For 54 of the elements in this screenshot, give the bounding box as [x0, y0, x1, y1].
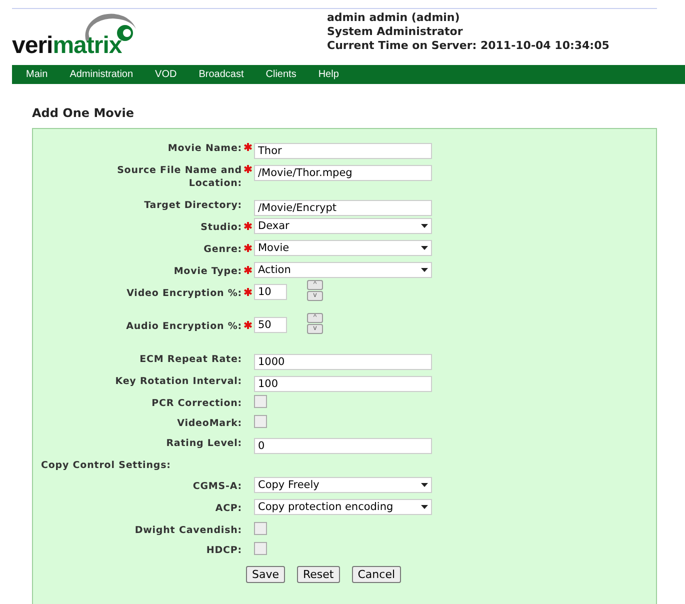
field-label: Key Rotation Interval:	[114, 375, 242, 388]
field-label: ACP:	[214, 502, 242, 515]
nav-item[interactable]: VOD	[155, 69, 177, 80]
field-label: Movie Name:	[166, 142, 242, 155]
dropdown[interactable]: Dexar	[254, 218, 432, 234]
text-field[interactable]: /Movie/Encrypt	[254, 200, 432, 216]
section-heading: Copy Control Settings:	[40, 459, 172, 472]
nav-item[interactable]: Clients	[266, 69, 296, 80]
text-field[interactable]: Thor	[254, 143, 432, 159]
page-title: Add One Movie	[32, 106, 135, 120]
field-label: PCR Correction:	[150, 397, 242, 410]
field-label: Studio:	[200, 221, 242, 234]
nav-item[interactable]: Administration	[70, 69, 134, 80]
dropdown[interactable]: Copy Freely	[254, 477, 432, 493]
field-label: Source File Name and Location:	[116, 164, 242, 190]
caret-icon	[421, 246, 428, 250]
field-label: ECM Repeat Rate:	[138, 353, 242, 366]
caret-icon	[421, 483, 428, 487]
checkbox[interactable]	[254, 522, 267, 535]
form-button[interactable]: Reset	[297, 566, 340, 583]
nav-item[interactable]: Main	[26, 69, 48, 80]
checkbox[interactable]	[254, 415, 267, 428]
dropdown[interactable]: Copy protection encoding	[254, 499, 432, 515]
field-label: Rating Level:	[165, 437, 242, 450]
field-label: Video Encryption %:	[126, 287, 242, 300]
text-field[interactable]: 100	[254, 376, 432, 392]
caret-icon	[421, 268, 428, 272]
field-label: CGMS-A:	[192, 480, 242, 493]
number-field[interactable]: 10	[254, 284, 287, 300]
field-label: Target Directory:	[143, 199, 242, 212]
field-label: Genre:	[202, 243, 242, 256]
form-button[interactable]: Cancel	[352, 566, 402, 583]
user-role: System Administrator	[327, 25, 464, 39]
server-time: Current Time on Server: 2011-10-04 10:34:05	[327, 39, 610, 53]
field-label: VideoMark:	[176, 417, 242, 430]
checkbox[interactable]	[254, 542, 267, 555]
field-label: Movie Type:	[172, 265, 242, 278]
field-label: Audio Encryption %:	[125, 320, 242, 333]
caret-icon	[421, 224, 428, 228]
text-field[interactable]: 1000	[254, 354, 432, 370]
text-field[interactable]: /Movie/Thor.mpeg	[254, 165, 432, 181]
field-label: HDCP:	[205, 544, 242, 557]
dropdown[interactable]: Movie	[254, 240, 432, 256]
number-field[interactable]: 50	[254, 317, 287, 333]
nav-item[interactable]: Help	[318, 69, 339, 80]
caret-icon	[421, 505, 428, 509]
dropdown[interactable]: Action	[254, 262, 432, 278]
checkbox[interactable]	[254, 395, 267, 408]
nav-item[interactable]: Broadcast	[198, 69, 244, 80]
logo-text: verimatrix	[12, 34, 122, 58]
text-field[interactable]: 0	[254, 438, 432, 454]
form-button[interactable]: Save	[246, 566, 286, 583]
field-label: Dwight Cavendish:	[134, 524, 242, 537]
user-name: admin admin (admin)	[327, 11, 461, 25]
